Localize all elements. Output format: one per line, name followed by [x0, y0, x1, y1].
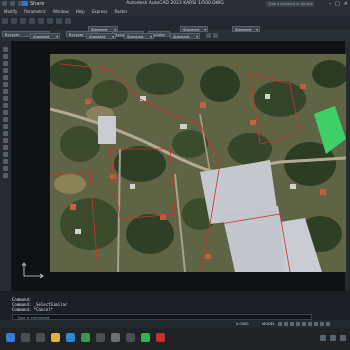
line-icon[interactable]: [2, 18, 8, 24]
rotate-icon[interactable]: [56, 18, 62, 24]
volume-icon[interactable]: [330, 335, 336, 341]
app-icon[interactable]: [96, 333, 105, 342]
construction-line-icon[interactable]: [3, 54, 8, 59]
menu-bar: Modify Parametric Window Help Express Ra…: [0, 8, 350, 16]
standard-dropdown-top1[interactable]: Standard ▾: [88, 26, 118, 32]
move-icon[interactable]: [38, 18, 44, 24]
hatch-icon[interactable]: [3, 138, 8, 143]
ribbon: [0, 16, 350, 30]
chevron-down-icon: ▾: [256, 28, 258, 32]
mtext-icon[interactable]: [3, 166, 8, 171]
whatsapp-icon[interactable]: [141, 333, 150, 342]
clock-icon[interactable]: [340, 335, 346, 341]
window-controls: – □ ×: [329, 1, 348, 7]
chevron-down-icon: ▾: [196, 35, 198, 39]
excel-icon[interactable]: [81, 333, 90, 342]
annotation-scale-icon[interactable]: [314, 322, 318, 326]
satellite-map-image: [50, 54, 346, 272]
autocad-icon[interactable]: [156, 333, 165, 342]
standard-dropdown-4[interactable]: Standard ▾: [170, 33, 200, 39]
polyline-icon[interactable]: [11, 18, 17, 24]
line-tool-icon[interactable]: [3, 47, 8, 52]
point-icon[interactable]: [3, 131, 8, 136]
match-properties-icon[interactable]: [206, 33, 211, 38]
standard-dropdown-1[interactable]: Standard ▾: [30, 33, 60, 39]
gradient-icon[interactable]: [3, 145, 8, 150]
revision-cloud-icon[interactable]: [3, 96, 8, 101]
chevron-down-icon: ▾: [56, 35, 58, 39]
polygon-icon[interactable]: [3, 68, 8, 73]
circle-icon[interactable]: [20, 18, 26, 24]
ellipse-icon[interactable]: [3, 110, 8, 115]
snap-icon[interactable]: [284, 322, 288, 326]
grid-icon[interactable]: [278, 322, 282, 326]
taskbar: [0, 328, 350, 350]
task-view-icon[interactable]: [36, 333, 45, 342]
region-icon[interactable]: [3, 152, 8, 157]
menu-parametric[interactable]: Parametric: [24, 8, 46, 16]
search-icon[interactable]: [21, 333, 30, 342]
rectangle-icon[interactable]: [3, 75, 8, 80]
chevron-down-icon: ▾: [150, 35, 152, 39]
close-icon[interactable]: ×: [344, 1, 348, 7]
chevron-down-icon: ▾: [112, 35, 114, 39]
osnap-icon[interactable]: [302, 322, 306, 326]
search-input[interactable]: Type a keyword or phrase: [266, 1, 314, 7]
file-explorer-icon[interactable]: [51, 333, 60, 342]
spline-icon[interactable]: [3, 103, 8, 108]
settings-icon[interactable]: [111, 333, 120, 342]
model-space-toggle[interactable]: MODEL: [262, 322, 275, 326]
table-icon[interactable]: [3, 159, 8, 164]
menu-raster[interactable]: Raster: [114, 8, 127, 16]
lineweight-icon[interactable]: [308, 322, 312, 326]
standard-dropdown-top3[interactable]: Standard ▾: [232, 26, 260, 32]
standard-dropdown-2[interactable]: Standard ▾: [86, 33, 116, 39]
properties-bar: ByLayer▾ ByLayer▾ ByLayer▾ ByColor Stand…: [0, 26, 350, 41]
circle-tool-icon[interactable]: [3, 89, 8, 94]
arc-icon[interactable]: [29, 18, 35, 24]
add-selected-icon[interactable]: [3, 173, 8, 178]
status-bar: 0.0000 MODEL: [0, 320, 350, 328]
customize-icon[interactable]: [326, 322, 330, 326]
standard-dropdown-3[interactable]: Standard ▾: [124, 33, 154, 39]
arc-tool-icon[interactable]: [3, 82, 8, 87]
make-block-icon[interactable]: [3, 124, 8, 129]
coordinates-readout: 0.0000: [236, 322, 249, 326]
minimize-icon[interactable]: –: [329, 1, 332, 7]
title-bar: Share Autodesk AutoCAD 2023 KARSI 1/500.…: [0, 0, 350, 8]
ortho-icon[interactable]: [290, 322, 294, 326]
menu-help[interactable]: Help: [76, 8, 85, 16]
polyline-tool-icon[interactable]: [3, 61, 8, 66]
copy-icon[interactable]: [47, 18, 53, 24]
polar-icon[interactable]: [296, 322, 300, 326]
insert-block-icon[interactable]: [3, 117, 8, 122]
standard-dropdown-top2[interactable]: Standard ▾: [180, 26, 208, 32]
command-line-3: Command: *Cancel*: [12, 307, 53, 312]
workspace-icon[interactable]: [320, 322, 324, 326]
trim-icon[interactable]: [65, 18, 71, 24]
ucs-axis-icon: [21, 262, 46, 280]
maximize-icon[interactable]: □: [335, 1, 340, 7]
menu-express[interactable]: Express: [92, 8, 108, 16]
network-icon[interactable]: [320, 335, 326, 341]
layer-state-icon[interactable]: [213, 33, 218, 38]
edge-icon[interactable]: [66, 333, 75, 342]
left-toolbar: [0, 41, 11, 291]
menu-window[interactable]: Window: [53, 8, 69, 16]
app2-icon[interactable]: [126, 333, 135, 342]
menu-modify[interactable]: Modify: [4, 8, 17, 16]
start-icon[interactable]: [6, 333, 15, 342]
